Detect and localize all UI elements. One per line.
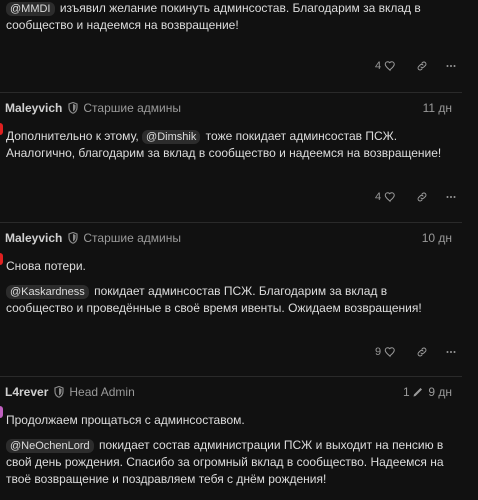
post-body: Дополнительно к этому, @Dimshik тоже пок…	[6, 128, 451, 162]
like-button[interactable]: 4	[375, 60, 396, 72]
shield-icon	[68, 232, 78, 244]
link-icon	[416, 60, 428, 72]
post-date[interactable]: 10 дн	[422, 231, 452, 245]
user-role[interactable]: Старшие админы	[83, 231, 181, 245]
user-role[interactable]: Head Admin	[69, 385, 134, 399]
post-actions: 4	[375, 60, 457, 72]
user-mention[interactable]: @Dimshik	[142, 130, 201, 144]
more-button[interactable]	[445, 60, 457, 72]
unread-indicator	[0, 253, 3, 265]
post-date[interactable]: 11 дн	[423, 101, 452, 115]
post-divider	[0, 222, 462, 223]
post-text-content: Дополнительно к этому,	[6, 129, 139, 143]
post-header: L4rever Head Admin	[5, 382, 135, 402]
post-header: Maleyvich Старшие админы	[5, 98, 181, 118]
post-text: @NeOchenLord покидает состав администрац…	[6, 437, 451, 488]
copy-link-button[interactable]	[416, 191, 428, 203]
user-mention[interactable]: @Kaskardness	[6, 285, 89, 299]
post-body: Продолжаем прощаться с админсоставом. @N…	[6, 412, 451, 488]
post-text-content: изъявил желание покинуть админсостав. Бл…	[6, 1, 421, 32]
edit-count: 1	[403, 385, 410, 399]
more-icon	[445, 60, 457, 72]
post-text: @MMDI изъявил желание покинуть админсост…	[6, 0, 451, 34]
more-icon	[445, 191, 457, 203]
shield-icon	[54, 386, 64, 398]
post-paragraph: Продолжаем прощаться с админсоставом.	[6, 413, 245, 427]
heart-icon	[384, 191, 396, 203]
post-divider	[0, 376, 462, 377]
link-icon	[416, 191, 428, 203]
more-button[interactable]	[445, 346, 457, 358]
post-actions: 4	[375, 191, 457, 203]
post-text: @Kaskardness покидает админсостав ПСЖ. Б…	[6, 283, 451, 317]
author-name[interactable]: Maleyvich	[5, 101, 62, 115]
like-button[interactable]: 4	[375, 191, 396, 203]
author-name[interactable]: L4rever	[5, 385, 48, 399]
post-paragraph: Снова потери.	[6, 259, 86, 273]
like-count: 4	[375, 60, 382, 72]
post-date[interactable]: 9 дн	[428, 385, 452, 399]
post-divider	[0, 92, 462, 93]
copy-link-button[interactable]	[416, 346, 428, 358]
unread-indicator	[0, 123, 3, 135]
heart-icon	[384, 60, 396, 72]
post-actions: 9	[375, 346, 457, 358]
like-count: 9	[375, 346, 382, 358]
post-text: Дополнительно к этому, @Dimshik тоже пок…	[6, 128, 451, 162]
link-icon	[416, 346, 428, 358]
copy-link-button[interactable]	[416, 60, 428, 72]
user-mention[interactable]: @MMDI	[6, 2, 55, 16]
pencil-icon	[412, 386, 424, 398]
post-body: Снова потери. @Kaskardness покидает адми…	[6, 258, 451, 317]
post-body: @MMDI изъявил желание покинуть админсост…	[6, 0, 451, 34]
post-header: Maleyvich Старшие админы	[5, 228, 181, 248]
heart-icon	[384, 346, 396, 358]
more-button[interactable]	[445, 191, 457, 203]
edit-history-button[interactable]: 1	[403, 385, 424, 399]
user-mention[interactable]: @NeOchenLord	[6, 439, 94, 453]
more-icon	[445, 346, 457, 358]
author-name[interactable]: Maleyvich	[5, 231, 62, 245]
shield-icon	[68, 102, 78, 114]
like-count: 4	[375, 191, 382, 203]
unread-indicator	[0, 406, 3, 418]
user-role[interactable]: Старшие админы	[83, 101, 181, 115]
like-button[interactable]: 9	[375, 346, 396, 358]
